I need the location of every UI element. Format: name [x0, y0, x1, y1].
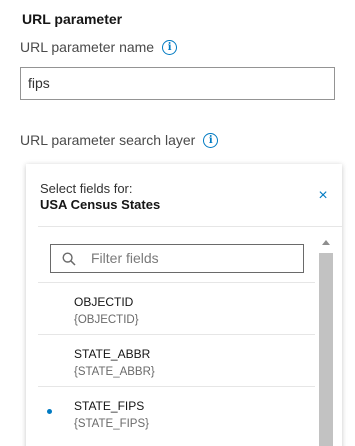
param-name-label-row: URL parameter name i [20, 39, 178, 55]
scroll-up-arrow-icon[interactable] [322, 240, 330, 245]
field-name: STATE_ABBR [74, 347, 151, 361]
info-icon[interactable]: i [203, 132, 219, 148]
field-token: {STATE_ABBR} [74, 366, 155, 378]
search-layer-label: URL parameter search layer [20, 132, 196, 148]
field-name: STATE_FIPS [74, 399, 145, 413]
section-title: URL parameter [22, 11, 123, 27]
field-list: OBJECTID {OBJECTID} STATE_ABBR {STATE_AB… [38, 282, 315, 438]
selected-dot-icon [47, 409, 52, 414]
param-name-label: URL parameter name [20, 39, 155, 55]
divider [38, 226, 342, 227]
filter-fields-input[interactable]: Filter fields [50, 244, 304, 273]
scrollbar-thumb[interactable] [319, 253, 333, 446]
info-icon[interactable]: i [162, 39, 178, 55]
search-icon [62, 252, 76, 266]
panel-header: Select fields for: USA Census States [40, 181, 160, 213]
list-item[interactable]: OBJECTID {OBJECTID} [38, 282, 315, 334]
list-item[interactable]: STATE_FIPS {STATE_FIPS} [38, 386, 315, 438]
panel-heading: Select fields for: [40, 181, 133, 196]
layer-name: USA Census States [40, 197, 161, 212]
param-name-input[interactable]: fips [20, 67, 335, 100]
search-layer-label-row: URL parameter search layer i [20, 132, 219, 148]
scrollbar[interactable] [319, 237, 333, 446]
url-parameter-settings: URL parameter URL parameter name i fips … [0, 0, 355, 446]
list-item[interactable]: STATE_ABBR {STATE_ABBR} [38, 334, 315, 386]
field-selection-panel: Select fields for: USA Census States × F… [26, 164, 342, 446]
field-token: {STATE_FIPS} [74, 418, 149, 430]
filter-placeholder: Filter fields [91, 250, 159, 266]
close-icon[interactable]: × [316, 188, 330, 204]
field-token: {OBJECTID} [74, 314, 139, 326]
field-name: OBJECTID [74, 295, 134, 309]
